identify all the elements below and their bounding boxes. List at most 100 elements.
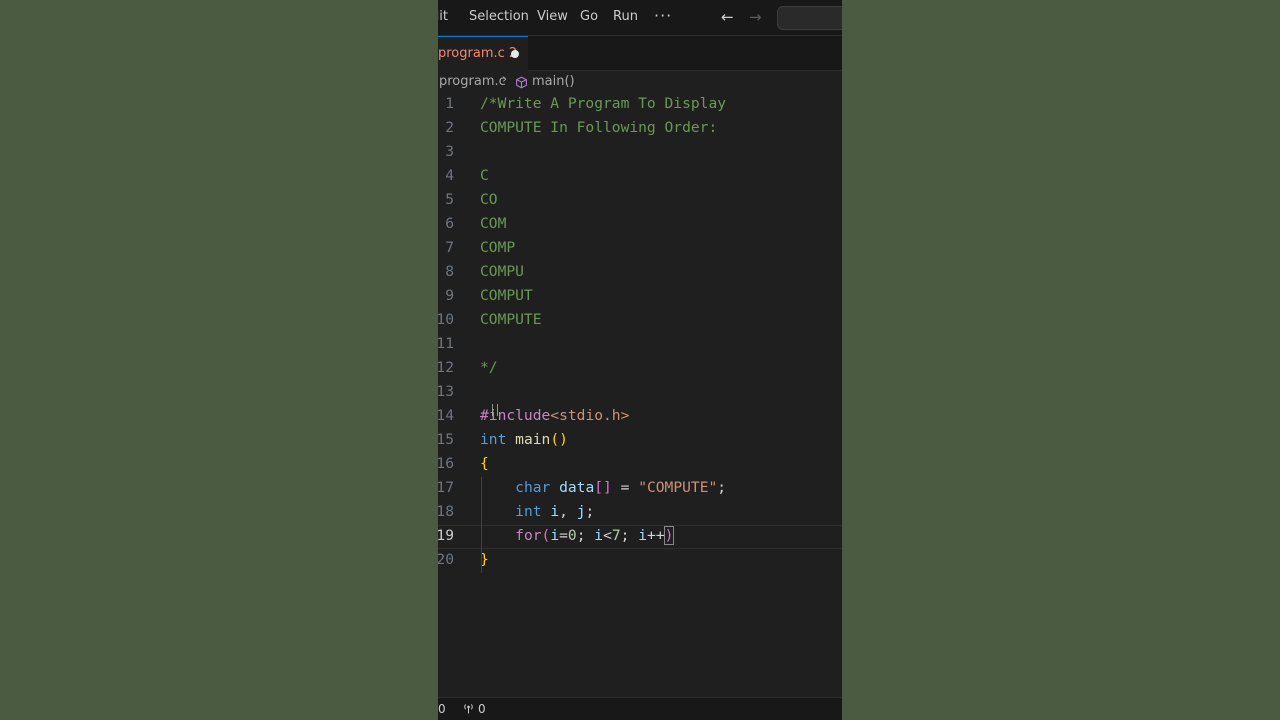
line-number: 12 [438, 359, 454, 376]
line-number: 7 [445, 239, 454, 256]
code-line[interactable]: 20} [438, 549, 842, 573]
code-line[interactable]: 17 char data[] = "COMPUTE"; [438, 477, 842, 501]
breadcrumb-file[interactable]: program.c [439, 74, 506, 89]
code-token: ; [576, 527, 595, 544]
code-text: /*Write A Program To Display [480, 95, 726, 112]
code-text: char data[] = "COMPUTE"; [480, 479, 726, 496]
forward-arrow-icon[interactable]: → [749, 8, 762, 26]
breadcrumb-symbol[interactable]: main() [532, 74, 575, 89]
code-token: = [559, 527, 568, 544]
line-number: 1 [445, 95, 454, 112]
code-line[interactable]: 7 COMP [438, 237, 842, 261]
code-editor[interactable]: 1 /*Write A Program To Display 2 COMPUTE In… [438, 93, 842, 697]
status-problems[interactable]: 0 [438, 702, 446, 716]
code-text: COMPUTE In Following Order: [480, 119, 717, 136]
mouse-text-cursor [492, 404, 498, 416]
code-token: , [559, 503, 577, 520]
code-line[interactable]: 5 CO [438, 189, 842, 213]
menu-view[interactable]: View [537, 9, 568, 24]
code-token: = [611, 479, 639, 496]
code-token: */ [480, 359, 498, 376]
line-number: 17 [438, 479, 454, 496]
more-menu-icon[interactable]: ··· [654, 6, 672, 25]
code-token: ( [541, 527, 551, 544]
code-line[interactable]: 8 COMPU [438, 261, 842, 285]
code-line[interactable]: 9 COMPUT [438, 285, 842, 309]
code-line[interactable]: 14 #include<stdio.h> [438, 405, 842, 429]
line-number: 16 [438, 455, 454, 472]
code-line[interactable]: 15 int main() [438, 429, 842, 453]
status-ports[interactable]: 0 [478, 702, 486, 716]
code-line[interactable]: 4C [438, 165, 842, 189]
code-line[interactable]: 3 [438, 141, 842, 165]
code-line[interactable]: 6 COM [438, 213, 842, 237]
code-text: COMP [480, 239, 515, 256]
code-token: i [638, 527, 648, 544]
line-number: 14 [438, 407, 454, 424]
line-number: 19 [438, 527, 454, 544]
code-text: COMPUT [480, 287, 533, 304]
code-token: ; [620, 527, 639, 544]
code-line[interactable]: 2 COMPUTE In Following Order: [438, 117, 842, 141]
code-token: ; [717, 479, 727, 496]
vscode-window: dit Selection View Go Run ··· ← → progra… [438, 0, 842, 720]
line-number: 15 [438, 431, 454, 448]
code-token: COMPUT [480, 287, 533, 304]
tab-program-c[interactable]: program.c 2 [438, 36, 528, 71]
code-token: C [480, 167, 489, 184]
menu-selection[interactable]: Selection [469, 9, 529, 24]
code-line[interactable]: 10 COMPUTE [438, 309, 842, 333]
video-backdrop-right [842, 0, 1280, 720]
code-line[interactable]: 19 for(i=0; i<7; i++) [438, 525, 842, 549]
line-number: 8 [445, 263, 454, 280]
code-token: COM [480, 215, 507, 232]
code-text: int i, j; [480, 503, 594, 520]
code-token: <stdio.h> [550, 407, 630, 424]
code-token: < [603, 527, 612, 544]
code-line[interactable]: 1 /*Write A Program To Display [438, 93, 842, 117]
code-line[interactable]: 13 [438, 381, 842, 405]
code-token: ; [585, 503, 595, 520]
code-line[interactable]: 12 */ [438, 357, 842, 381]
code-text: COM [480, 215, 506, 232]
code-token: main [515, 431, 551, 448]
line-number: 6 [445, 215, 454, 232]
code-token: COMPUTE [480, 311, 542, 328]
code-text: #include<stdio.h> [480, 407, 629, 424]
line-number: 5 [445, 191, 454, 208]
menu-edit[interactable]: dit [438, 9, 448, 24]
line-number: 13 [438, 383, 454, 400]
line-number: 2 [445, 119, 454, 136]
code-text: */ [480, 359, 498, 376]
code-token: #include [480, 407, 551, 424]
chevron-right-icon: › [502, 72, 508, 87]
menu-run[interactable]: Run [613, 9, 638, 24]
indent-guide [481, 477, 482, 573]
code-token: i [550, 527, 560, 544]
code-token: CO [480, 191, 498, 208]
command-center-search[interactable] [777, 6, 842, 30]
broadcast-icon [464, 704, 473, 714]
code-line[interactable]: 11 [438, 333, 842, 357]
code-token: COMPU [480, 263, 524, 280]
code-token: ) [663, 526, 675, 545]
line-number: 9 [445, 287, 454, 304]
code-text: COMPUTE [480, 311, 542, 328]
code-token: "COMPUTE" [638, 479, 718, 496]
menu-go[interactable]: Go [580, 9, 598, 24]
line-number: 3 [445, 143, 454, 160]
code-token: ++ [647, 527, 665, 544]
cube-icon [516, 76, 527, 89]
code-line[interactable]: 16 { [438, 453, 842, 477]
unsaved-dot-icon[interactable] [511, 50, 519, 58]
code-token: { [480, 455, 489, 472]
code-token: 7 [611, 527, 621, 544]
code-token: data [559, 479, 595, 496]
code-line[interactable]: 18 int i, j; [438, 501, 842, 525]
back-arrow-icon[interactable]: ← [721, 8, 734, 26]
code-text: int main() [480, 431, 568, 448]
